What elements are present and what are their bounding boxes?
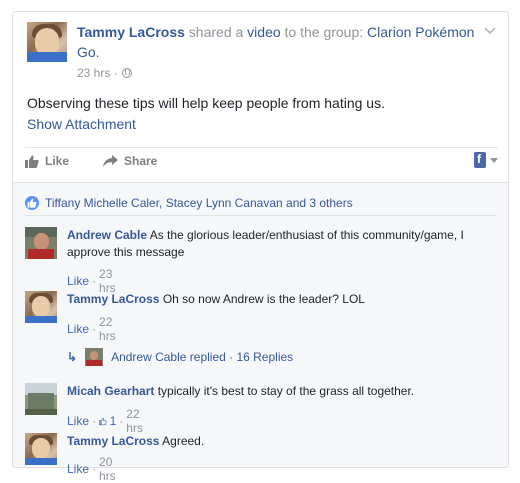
comment-text: Andrew Cable As the glorious leader/enth…	[67, 227, 487, 261]
reply-author[interactable]: Andrew Cable	[111, 350, 186, 364]
action-bar: Like Share	[25, 147, 498, 177]
globe-icon	[121, 68, 132, 78]
thumbs-up-icon[interactable]	[99, 416, 107, 427]
like-label: Like	[45, 154, 70, 168]
comments-area: Tiffany Michelle Caler, Stacey Lynn Cana…	[13, 182, 508, 483]
comment-meta: Like · 22 hrs	[67, 315, 116, 343]
commenter-avatar[interactable]	[25, 291, 57, 323]
commenter-avatar[interactable]	[25, 383, 57, 415]
post-card: Tammy LaCross shared a video to the grou…	[12, 11, 509, 483]
share-button[interactable]: Share	[103, 154, 157, 168]
reply-avatar	[85, 348, 104, 366]
share-audience-select[interactable]	[474, 152, 498, 168]
post-title: Tammy LaCross shared a video to the grou…	[77, 22, 482, 62]
facebook-icon	[474, 152, 486, 168]
post-author-link[interactable]: Tammy LaCross	[77, 24, 185, 40]
shared-text: shared a	[184, 24, 248, 40]
like-badge-icon	[25, 195, 39, 210]
likes-summary[interactable]: Tiffany Michelle Caler, Stacey Lynn Cana…	[25, 190, 496, 216]
post-timestamp[interactable]: 23 hrs ·	[77, 66, 118, 80]
comment-text: Tammy LaCross Oh so now Andrew is the le…	[67, 291, 487, 308]
commenter-name[interactable]: Andrew Cable	[67, 228, 147, 242]
commenter-avatar[interactable]	[25, 433, 57, 465]
reply-arrow-icon: ↳	[67, 350, 78, 364]
comment-body: typically it's best to stay of the grass…	[157, 384, 415, 398]
comment-body: Oh so now Andrew is the leader? LOL	[162, 292, 365, 306]
show-attachment-link[interactable]: Show Attachment	[27, 116, 136, 132]
comment-text: Tammy LaCross Agreed.	[67, 433, 487, 450]
comment-body: Agreed.	[162, 434, 205, 448]
replies-link[interactable]: ↳ Andrew Cable replied · 16 Replies	[67, 348, 293, 366]
comment-like-count[interactable]: 1	[110, 414, 117, 428]
video-link[interactable]: video	[247, 24, 280, 40]
share-arrow-icon	[103, 155, 118, 167]
reply-count-text[interactable]: replied · 16 Replies	[186, 350, 293, 364]
likes-summary-text[interactable]: Tiffany Michelle Caler, Stacey Lynn Cana…	[45, 196, 353, 210]
comment-timestamp[interactable]: 22 hrs	[126, 407, 147, 435]
comment-meta: Like · 20 hrs	[67, 455, 116, 483]
share-label: Share	[124, 154, 158, 168]
commenter-name[interactable]: Micah Gearhart	[67, 384, 154, 398]
comment-timestamp[interactable]: 20 hrs	[99, 455, 116, 483]
commenter-avatar[interactable]	[25, 227, 57, 259]
commenter-name[interactable]: Tammy LaCross	[67, 292, 159, 306]
caret-down-icon	[490, 157, 498, 163]
comment-timestamp[interactable]: 22 hrs	[99, 315, 116, 343]
thumbs-up-icon	[25, 155, 39, 168]
like-button[interactable]: Like	[25, 154, 69, 168]
comment-like-button[interactable]: Like	[67, 322, 89, 336]
comment-meta: Like · 1 · 22 hrs	[67, 407, 147, 435]
comment-like-button[interactable]: Like	[67, 462, 89, 476]
post-meta: 23 hrs ·	[77, 66, 132, 80]
chevron-down-icon[interactable]	[483, 26, 497, 36]
comment-like-button[interactable]: Like	[67, 414, 89, 428]
post-body: Observing these tips will help keep peop…	[27, 95, 385, 111]
comment-like-button[interactable]: Like	[67, 274, 89, 288]
to-group-text: to the group:	[280, 24, 368, 40]
author-avatar[interactable]	[27, 22, 67, 62]
commenter-name[interactable]: Tammy LaCross	[67, 434, 159, 448]
comment-text: Micah Gearhart typically it's best to st…	[67, 383, 487, 400]
